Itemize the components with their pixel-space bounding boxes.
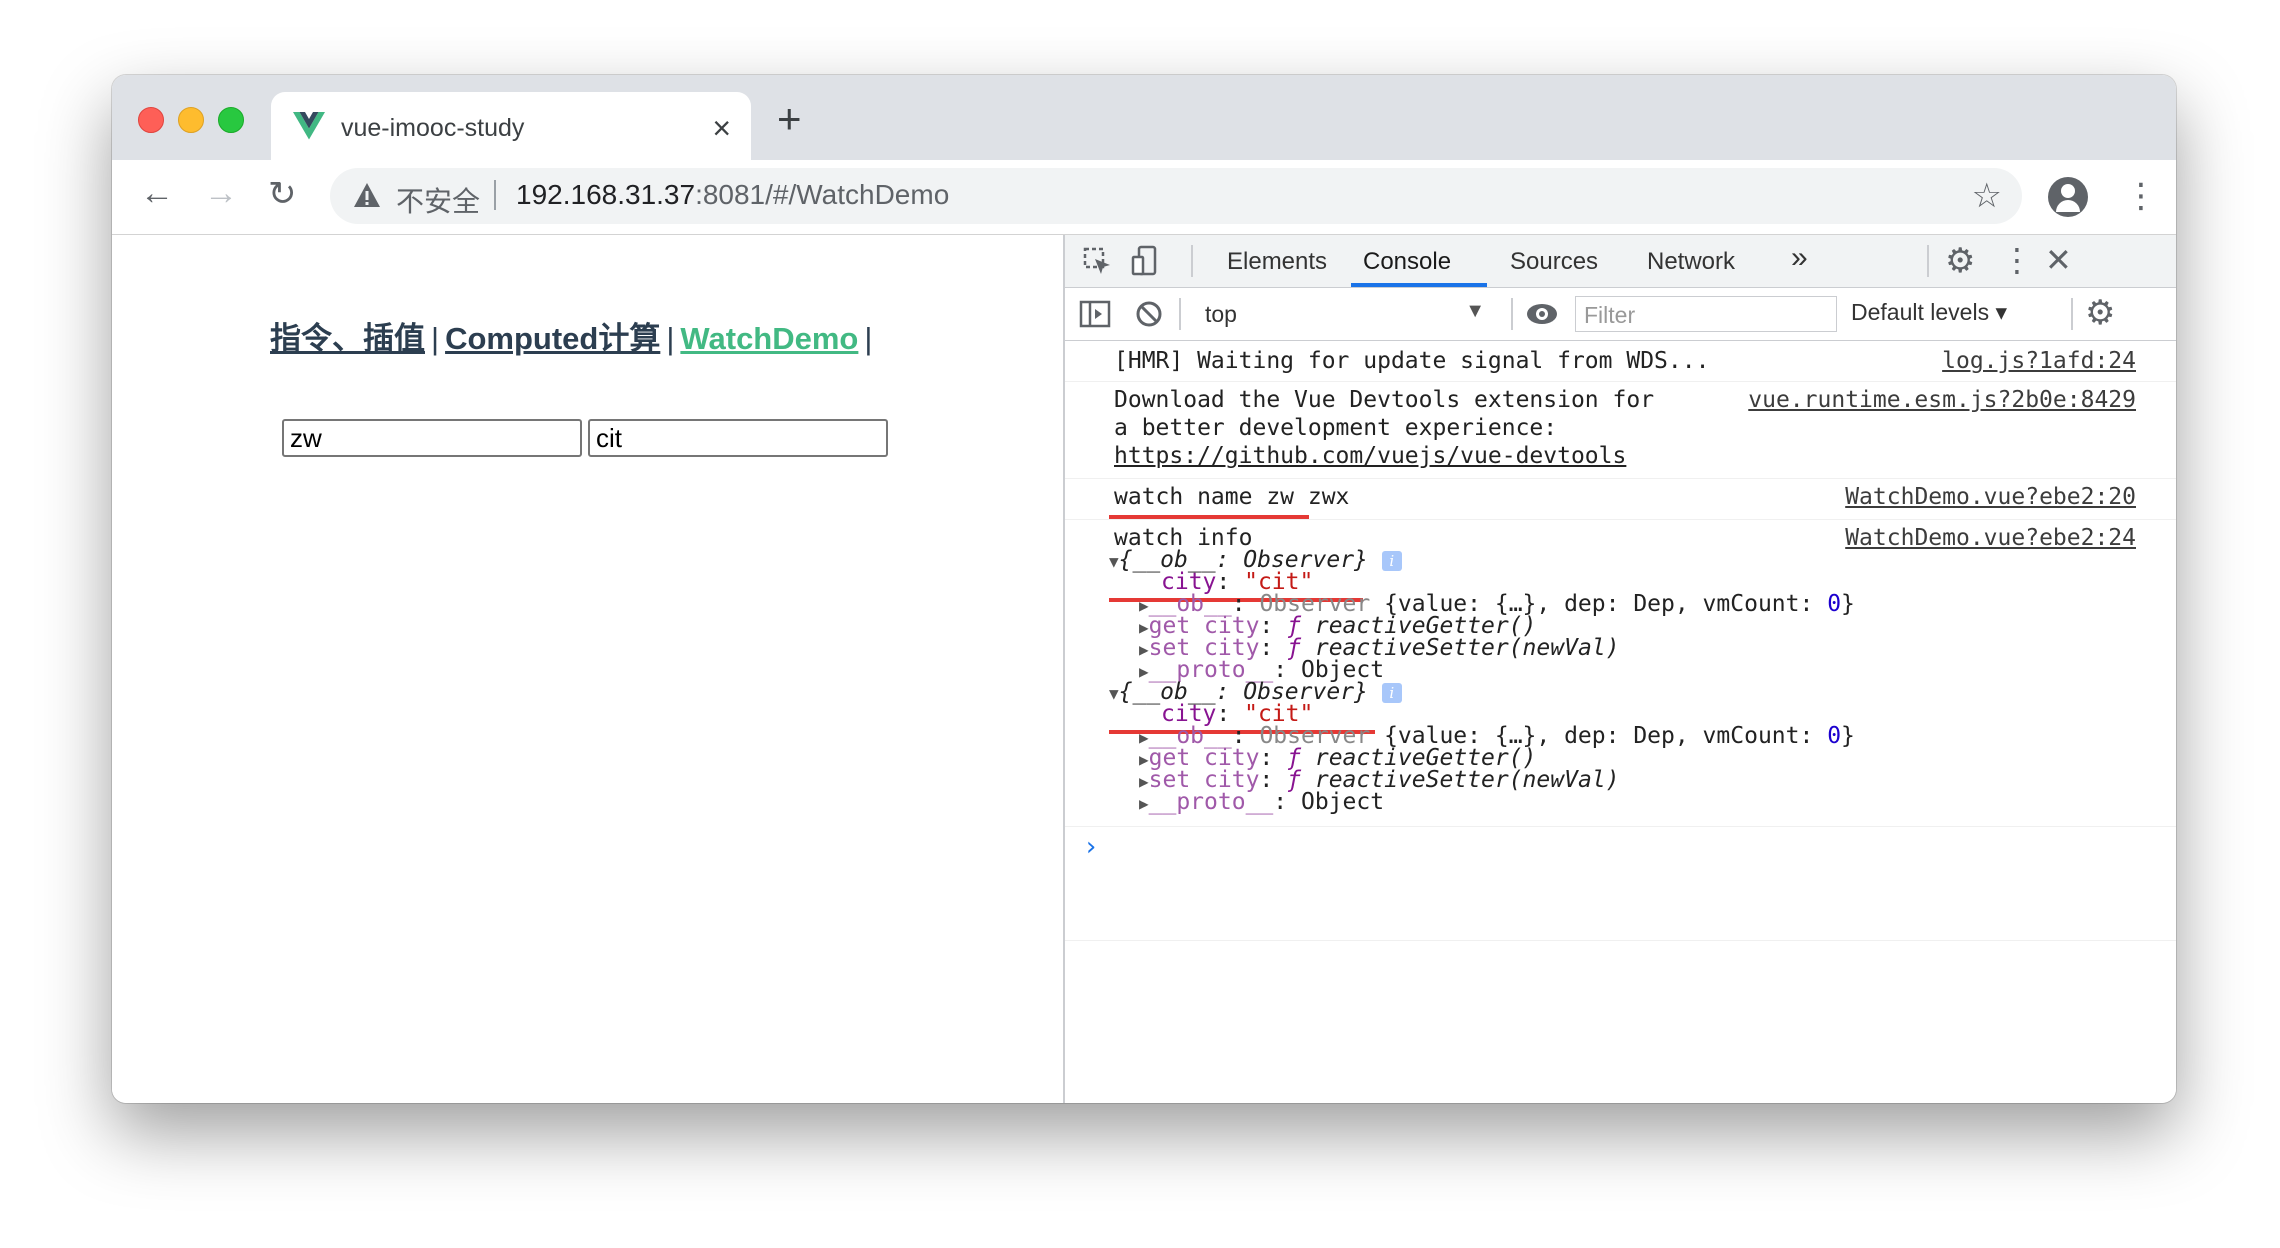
name-input[interactable] xyxy=(282,419,582,457)
nav-link-directives[interactable]: 指令、插值 xyxy=(270,321,425,356)
toolbar-divider xyxy=(1511,298,1513,330)
console-source-link[interactable]: log.js?1afd:24 xyxy=(1942,347,2136,375)
tab-bar: vue-imooc-study × + xyxy=(112,75,2176,160)
console-prompt-icon[interactable]: › xyxy=(1083,832,1099,862)
active-tab-indicator xyxy=(1351,283,1487,287)
toolbar-divider xyxy=(1191,245,1193,277)
expanded-triangle-icon: ▼ xyxy=(1109,684,1119,703)
context-selector[interactable]: top ▼ xyxy=(1197,296,1497,332)
browser-toolbar: ← → ↻ 不安全 192.168.31.37:8081/#/WatchDemo… xyxy=(112,160,2176,235)
url-text[interactable]: 192.168.31.37:8081/#/WatchDemo xyxy=(516,179,949,211)
console-link[interactable]: https://github.com/vuejs/vue-devtools xyxy=(1114,442,1626,470)
forward-icon[interactable]: → xyxy=(204,174,238,213)
tab-close-icon[interactable]: × xyxy=(712,110,731,147)
console-message-text: a better development experience: xyxy=(1114,415,1558,441)
console-source-link[interactable]: vue.runtime.esm.js?2b0e:8429 xyxy=(1748,386,2136,414)
console-message-text: [HMR] Waiting for update signal from WDS… xyxy=(1114,348,1710,374)
toolbar-divider xyxy=(1179,298,1181,330)
info-icon[interactable]: i xyxy=(1381,682,1402,703)
console-source-link[interactable]: WatchDemo.vue?ebe2:20 xyxy=(1845,483,2136,511)
tab-elements[interactable]: Elements xyxy=(1227,248,1327,276)
page-content: 指令、插值 | Computed计算 | WatchDemo | xyxy=(112,235,1063,1103)
toolbar-divider xyxy=(2071,298,2073,330)
console-message: [HMR] Waiting for update signal from WDS… xyxy=(1065,341,2176,382)
info-icon[interactable]: i xyxy=(1381,550,1402,571)
console-output: [HMR] Waiting for update signal from WDS… xyxy=(1065,341,2176,941)
omnibox-divider xyxy=(494,180,496,210)
context-label: top xyxy=(1205,301,1237,327)
object-property[interactable]: ▶__proto__: Object xyxy=(1139,788,1384,818)
tab-sources[interactable]: Sources xyxy=(1510,248,1598,276)
chevron-down-icon: ▼ xyxy=(1465,300,1485,322)
expanded-triangle-icon: ▼ xyxy=(1109,552,1119,571)
browser-menu-icon[interactable]: ⋮ xyxy=(2124,176,2158,216)
live-expression-eye-icon[interactable] xyxy=(1525,302,1559,326)
warning-icon[interactable] xyxy=(352,180,382,210)
back-icon[interactable]: ← xyxy=(140,174,174,213)
console-message: watch info WatchDemo.vue?ebe2:24 ▼{__ob_… xyxy=(1065,520,2176,941)
highlight-underline xyxy=(1109,515,1309,519)
log-levels-dropdown[interactable]: Default levels ▾ xyxy=(1851,299,2007,326)
devtools-tab-bar: Elements Console Sources Network » ⚙ ⋮ ✕ xyxy=(1065,235,2176,288)
new-tab-button[interactable]: + xyxy=(777,98,802,140)
close-devtools-icon[interactable]: ✕ xyxy=(2045,241,2072,279)
bookmark-star-icon[interactable]: ☆ xyxy=(1972,176,2002,216)
console-settings-gear-icon[interactable]: ⚙ xyxy=(2085,293,2115,333)
address-bar[interactable]: 不安全 192.168.31.37:8081/#/WatchDemo ☆ xyxy=(330,168,2022,224)
devtools-panel: Elements Console Sources Network » ⚙ ⋮ ✕ xyxy=(1063,235,2176,1103)
security-label[interactable]: 不安全 xyxy=(396,180,480,220)
maximize-window-button[interactable] xyxy=(218,107,244,133)
console-message: Download the Vue Devtools extension for … xyxy=(1065,382,2176,479)
device-toolbar-icon[interactable] xyxy=(1131,245,1161,277)
close-window-button[interactable] xyxy=(138,107,164,133)
tab-network[interactable]: Network xyxy=(1647,248,1735,276)
console-source-link[interactable]: WatchDemo.vue?ebe2:24 xyxy=(1845,524,2136,552)
console-toolbar: top ▼ Filter Default levels ▾ ⚙ xyxy=(1065,288,2176,341)
clear-console-icon[interactable] xyxy=(1135,300,1163,328)
tab-title: vue-imooc-study xyxy=(341,114,525,142)
settings-gear-icon[interactable]: ⚙ xyxy=(1945,241,1975,281)
router-nav: 指令、插值 | Computed计算 | WatchDemo | xyxy=(270,313,878,358)
nav-separator: | xyxy=(431,321,440,356)
nav-link-computed[interactable]: Computed计算 xyxy=(445,321,660,356)
devtools-menu-icon[interactable]: ⋮ xyxy=(2001,241,2033,279)
console-message: watch name zw zwx WatchDemo.vue?ebe2:20 xyxy=(1065,479,2176,520)
collapsed-triangle-icon: ▶ xyxy=(1139,794,1149,813)
nav-separator: | xyxy=(666,321,675,356)
sidebar-toggle-icon[interactable] xyxy=(1079,300,1111,328)
tab-console[interactable]: Console xyxy=(1363,248,1451,276)
more-tabs-icon[interactable]: » xyxy=(1791,241,1808,275)
filter-input[interactable]: Filter xyxy=(1575,296,1837,332)
browser-tab[interactable]: vue-imooc-study × xyxy=(271,92,751,160)
minimize-window-button[interactable] xyxy=(178,107,204,133)
reload-icon[interactable]: ↻ xyxy=(268,174,297,214)
console-message-text: watch name zw zwx xyxy=(1114,484,1350,510)
inspect-element-icon[interactable] xyxy=(1083,247,1113,277)
profile-avatar-icon[interactable] xyxy=(2048,177,2088,217)
console-divider xyxy=(1065,826,2176,827)
toolbar-divider xyxy=(1927,245,1929,277)
nav-link-watchdemo[interactable]: WatchDemo xyxy=(680,321,858,356)
console-message-text: Download the Vue Devtools extension for xyxy=(1114,387,1655,413)
browser-window: vue-imooc-study × + ← → ↻ 不安全 192.168.31… xyxy=(112,75,2176,1103)
vue-logo-icon xyxy=(293,112,325,140)
city-input[interactable] xyxy=(588,419,888,457)
nav-separator: | xyxy=(864,321,873,356)
